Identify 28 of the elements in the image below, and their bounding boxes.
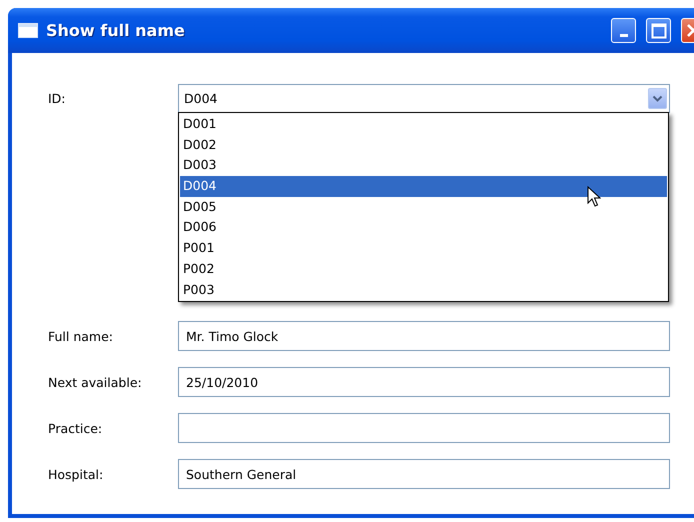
- dropdown-option[interactable]: D005: [180, 196, 667, 218]
- maximize-icon: [650, 22, 666, 38]
- chevron-down-icon: [652, 94, 663, 102]
- text-field[interactable]: 25/10/2010: [178, 367, 670, 397]
- text-field[interactable]: Mr. Timo Glock: [178, 321, 670, 351]
- dropdown-option[interactable]: P002: [180, 258, 667, 280]
- dropdown-option[interactable]: D003: [180, 155, 667, 176]
- dropdown-option[interactable]: D006: [180, 217, 667, 238]
- dropdown-option[interactable]: D002: [180, 134, 667, 156]
- text-field[interactable]: [178, 413, 670, 443]
- dropdown-option[interactable]: P003: [180, 280, 667, 300]
- field-label: Next available:: [48, 374, 143, 390]
- minimize-button[interactable]: [611, 18, 636, 43]
- field-label: Full name:: [48, 328, 114, 344]
- text-field[interactable]: Southern General: [178, 459, 670, 489]
- field-label: Hospital:: [48, 466, 104, 482]
- dropdown-option[interactable]: D001: [180, 114, 667, 135]
- maximize-button[interactable]: [646, 18, 671, 43]
- id-dropdown[interactable]: D004: [178, 84, 670, 113]
- minimize-icon: [620, 34, 628, 37]
- dropdown-button[interactable]: [648, 88, 667, 109]
- dropdown-option[interactable]: D004: [180, 176, 667, 197]
- field-label: Practice:: [48, 420, 104, 436]
- window-icon: [18, 23, 38, 38]
- mouse-pointer-icon: [587, 186, 601, 208]
- dropdown-option[interactable]: P001: [180, 238, 667, 259]
- field-label: ID:: [48, 91, 67, 106]
- window-title: Show full name: [46, 21, 186, 40]
